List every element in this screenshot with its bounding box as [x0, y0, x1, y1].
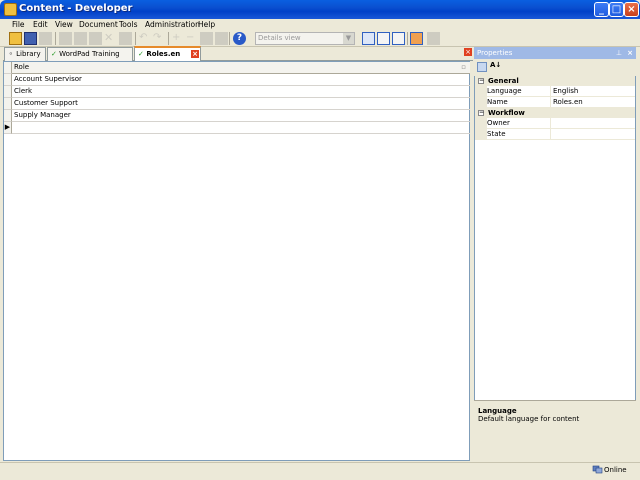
pin-icon[interactable]: ⊥ — [616, 47, 622, 59]
copy-icon[interactable] — [74, 32, 87, 45]
open-folder-icon[interactable] — [9, 32, 22, 45]
tab-wordpad-training[interactable]: ✓ WordPad Training — [47, 47, 133, 61]
close-icon[interactable]: × — [627, 47, 633, 59]
properties-toolbar: A↓ — [474, 59, 636, 76]
menu-view[interactable]: View — [55, 19, 73, 30]
new-row[interactable] — [12, 122, 470, 134]
property-name: Language — [487, 86, 551, 97]
row-header[interactable] — [4, 98, 12, 110]
checkmark-icon: ✓ — [138, 50, 144, 58]
toolbar-separator — [135, 32, 136, 45]
row-header[interactable] — [4, 86, 12, 98]
add-icon[interactable]: + — [172, 32, 185, 45]
replace-icon[interactable] — [215, 32, 228, 45]
property-value[interactable]: English — [553, 86, 633, 97]
checkmark-icon: ✓ — [51, 50, 57, 58]
delete-icon[interactable]: ✕ — [104, 32, 117, 45]
table-row[interactable]: Customer Support — [12, 98, 470, 110]
property-grid: − General Language English Name Roles.en… — [474, 76, 636, 156]
cut-icon[interactable] — [59, 32, 72, 45]
close-icon[interactable]: × — [624, 2, 639, 17]
alphabetical-sort-icon[interactable]: A↓ — [490, 61, 501, 69]
property-row-name[interactable]: Name Roles.en — [475, 97, 635, 108]
description-title: Language — [478, 407, 517, 415]
toolbar-separator — [407, 32, 408, 45]
menu-edit[interactable]: Edit — [33, 19, 48, 30]
document-close-icon[interactable]: × — [464, 48, 472, 56]
sort-icon: ▫ — [461, 63, 466, 71]
window-title: Content - Developer — [19, 3, 133, 14]
properties-icon[interactable] — [119, 32, 132, 45]
property-value[interactable]: Roles.en — [553, 97, 633, 108]
column-header-role[interactable]: Role ▫ — [12, 62, 470, 74]
property-description: Language Default language for content — [474, 400, 636, 461]
save-icon[interactable] — [24, 32, 37, 45]
tab-label: Library — [16, 50, 41, 58]
collapse-icon[interactable]: − — [478, 78, 484, 84]
menu-tools[interactable]: Tools — [119, 19, 137, 30]
menu-administration[interactable]: Administration — [145, 19, 200, 30]
app-icon — [4, 3, 17, 16]
collapse-icon[interactable]: − — [478, 110, 484, 116]
tab-roles-en[interactable]: ✓ Roles.en × — [134, 46, 201, 61]
menu-help[interactable]: Help — [198, 19, 215, 30]
property-name: Name — [487, 97, 551, 108]
row-header[interactable] — [4, 110, 12, 122]
tab-label: Roles.en — [146, 50, 181, 58]
grid-corner — [4, 62, 12, 74]
layout-icon[interactable] — [362, 32, 375, 45]
menu-document[interactable]: Document — [79, 19, 118, 30]
property-row-state[interactable]: State — [475, 129, 635, 140]
maximize-icon[interactable]: □ — [609, 2, 624, 17]
table-row[interactable]: Account Supervisor — [12, 74, 470, 86]
category-general[interactable]: − General — [475, 76, 635, 86]
table-row[interactable]: Clerk — [12, 86, 470, 98]
description-text: Default language for content — [478, 415, 580, 423]
preview-icon[interactable] — [410, 32, 423, 45]
property-name: State — [487, 129, 551, 140]
tab-label: WordPad Training — [59, 50, 120, 58]
minimize-icon[interactable]: _ — [594, 2, 609, 17]
property-row-language[interactable]: Language English — [475, 86, 635, 97]
help-icon[interactable]: ? — [233, 32, 246, 45]
properties-title-bar: Properties ⊥ × — [474, 47, 636, 59]
network-icon — [592, 464, 603, 474]
property-value[interactable] — [553, 118, 633, 129]
redo-icon[interactable]: ↷ — [153, 32, 166, 45]
view-select-value: Details view — [258, 34, 301, 42]
property-name: Owner — [487, 118, 551, 129]
find-icon[interactable] — [200, 32, 213, 45]
sync-icon[interactable] — [427, 32, 440, 45]
undo-icon[interactable]: ↶ — [139, 32, 152, 45]
tab-close-icon[interactable]: × — [191, 50, 199, 58]
library-icon: ⚬ — [8, 50, 14, 58]
split-vertical-icon[interactable] — [392, 32, 405, 45]
menu-file[interactable]: File — [12, 19, 25, 30]
categorized-icon[interactable] — [477, 62, 487, 72]
chevron-down-icon[interactable]: ▼ — [343, 33, 354, 44]
toolbar-separator — [168, 32, 169, 45]
view-select[interactable]: Details view ▼ — [255, 32, 355, 45]
category-workflow[interactable]: − Workflow — [475, 108, 635, 118]
tab-library[interactable]: ⚬ Library — [4, 47, 46, 61]
remove-icon[interactable]: − — [186, 32, 199, 45]
property-row-owner[interactable]: Owner — [475, 118, 635, 129]
print-icon[interactable] — [39, 32, 52, 45]
table-row[interactable]: Supply Manager — [12, 110, 470, 122]
roles-grid[interactable]: Role ▫ Account Supervisor Clerk Customer… — [3, 61, 470, 461]
toolbar-separator — [55, 32, 56, 45]
paste-icon[interactable] — [89, 32, 102, 45]
status-online: Online — [604, 466, 627, 474]
status-bar — [0, 462, 640, 480]
split-horizontal-icon[interactable] — [377, 32, 390, 45]
toolbar-separator — [229, 32, 230, 45]
property-value[interactable] — [553, 129, 633, 140]
row-header[interactable] — [4, 74, 12, 86]
new-row-indicator-icon[interactable]: ▶ — [4, 122, 12, 134]
